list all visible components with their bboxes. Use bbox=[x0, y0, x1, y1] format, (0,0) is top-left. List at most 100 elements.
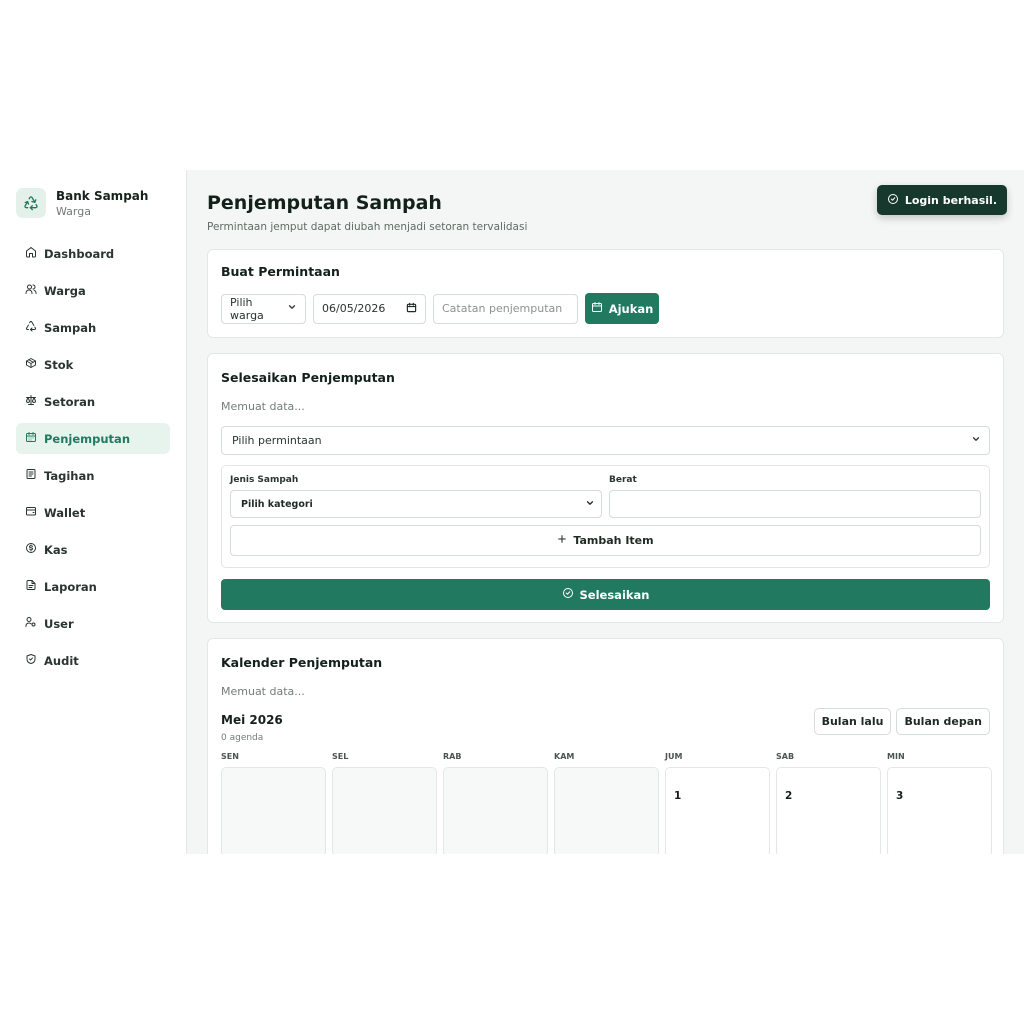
sidebar-item-audit[interactable]: Audit bbox=[16, 645, 170, 676]
weekday-label: KAM bbox=[554, 752, 575, 761]
calendar-picker-icon[interactable] bbox=[406, 302, 417, 316]
file-icon bbox=[25, 579, 37, 594]
request-select[interactable]: Pilih permintaan bbox=[221, 426, 990, 455]
sidebar-item-stok[interactable]: Stok bbox=[16, 349, 170, 380]
request-card-title: Buat Permintaan bbox=[221, 264, 340, 279]
weekday-row: SEN SEL RAB KAM JUM SAB MIN bbox=[221, 752, 990, 761]
chevron-down-icon bbox=[971, 434, 981, 447]
sidebar-item-warga[interactable]: Warga bbox=[16, 275, 170, 306]
users-icon bbox=[25, 283, 37, 298]
toast-text: Login berhasil. bbox=[904, 193, 997, 207]
chevron-down-icon bbox=[287, 302, 297, 315]
weight-input[interactable] bbox=[609, 490, 981, 518]
recycle-icon bbox=[25, 320, 37, 335]
weekday-label: SEL bbox=[332, 752, 349, 761]
item-column-headers: Jenis Sampah Berat bbox=[230, 475, 981, 485]
request-form: Pilih warga 06/05/2026 Catatan penjemput… bbox=[221, 293, 990, 324]
finish-pickup-label: Selesaikan bbox=[579, 587, 650, 602]
item-editor: Jenis Sampah Berat Pilih kategori Tambah… bbox=[221, 465, 990, 568]
next-month-button[interactable]: Bulan depan bbox=[896, 708, 990, 735]
warga-select[interactable]: Pilih warga bbox=[221, 293, 306, 324]
check-circle-icon bbox=[562, 587, 574, 602]
sidebar-item-label: Sampah bbox=[44, 320, 97, 335]
request-select-value: Pilih permintaan bbox=[232, 434, 322, 447]
package-icon bbox=[25, 357, 37, 372]
brand-title: Bank Sampah bbox=[56, 188, 149, 203]
complete-pickup-card: Selesaikan Penjemputan Memuat data... Pi… bbox=[207, 353, 1004, 623]
sidebar-item-kas[interactable]: Kas bbox=[16, 534, 170, 565]
agenda-count: 0 agenda bbox=[221, 733, 264, 743]
sidebar-item-dashboard[interactable]: Dashboard bbox=[16, 238, 170, 269]
calendar-day[interactable]: 1 bbox=[665, 767, 770, 854]
calendar-day-empty bbox=[332, 767, 437, 854]
sidebar-item-label: Setoran bbox=[44, 394, 96, 409]
sidebar-item-penjemputan[interactable]: Penjemputan bbox=[16, 423, 170, 454]
sidebar-item-label: Audit bbox=[44, 653, 79, 668]
category-select[interactable]: Pilih kategori bbox=[230, 490, 602, 518]
brand: Bank Sampah Warga bbox=[16, 188, 170, 218]
calendar-nav: Bulan lalu Bulan depan bbox=[813, 708, 990, 735]
sidebar-item-label: Wallet bbox=[44, 505, 86, 520]
calendar-icon bbox=[591, 301, 603, 316]
sidebar-item-sampah[interactable]: Sampah bbox=[16, 312, 170, 343]
submit-request-button[interactable]: Ajukan bbox=[585, 293, 659, 324]
item-row: Pilih kategori bbox=[230, 490, 981, 518]
date-input[interactable]: 06/05/2026 bbox=[313, 293, 426, 324]
prev-month-button[interactable]: Bulan lalu bbox=[813, 708, 892, 735]
weekday-label: RAB bbox=[443, 752, 462, 761]
calendar-day-empty bbox=[221, 767, 326, 854]
col-weight: Berat bbox=[609, 475, 637, 485]
submit-request-label: Ajukan bbox=[608, 301, 654, 316]
weekday-label: SEN bbox=[221, 752, 239, 761]
finish-pickup-button[interactable]: Selesaikan bbox=[221, 579, 990, 610]
complete-card-title: Selesaikan Penjemputan bbox=[221, 370, 395, 385]
check-circle-icon bbox=[887, 193, 899, 208]
brand-subtitle: Warga bbox=[56, 204, 91, 218]
main-content: Login berhasil. Penjemputan Sampah Permi… bbox=[187, 170, 1024, 854]
calendar-card-title: Kalender Penjemputan bbox=[221, 655, 383, 670]
sidebar-item-label: User bbox=[44, 616, 74, 631]
calendar-day-empty bbox=[443, 767, 548, 854]
shield-check-icon bbox=[25, 653, 37, 668]
sidebar-item-label: Warga bbox=[44, 283, 86, 298]
plus-icon bbox=[557, 534, 567, 547]
sidebar-item-label: Penjemputan bbox=[44, 431, 131, 446]
calendar-card: Kalender Penjemputan Memuat data... Mei … bbox=[207, 638, 1004, 854]
weekday-label: SAB bbox=[776, 752, 795, 761]
sidebar-item-tagihan[interactable]: Tagihan bbox=[16, 460, 170, 491]
sidebar-item-label: Kas bbox=[44, 542, 68, 557]
sidebar-item-wallet[interactable]: Wallet bbox=[16, 497, 170, 528]
sidebar-item-label: Dashboard bbox=[44, 246, 115, 261]
sidebar-item-setoran[interactable]: Setoran bbox=[16, 386, 170, 417]
sidebar: Bank Sampah Warga Dashboard Warga Sampah… bbox=[0, 170, 187, 854]
col-waste-type: Jenis Sampah bbox=[230, 475, 299, 485]
sidebar-item-user[interactable]: User bbox=[16, 608, 170, 639]
home-icon bbox=[25, 246, 37, 261]
calendar-day[interactable]: 2 bbox=[776, 767, 881, 854]
calendar-icon bbox=[25, 431, 37, 446]
add-item-button[interactable]: Tambah Item bbox=[230, 525, 981, 556]
warga-select-value: Pilih warga bbox=[230, 295, 264, 322]
sidebar-item-label: Tagihan bbox=[44, 468, 95, 483]
calendar-header: Mei 2026 0 agenda Bulan lalu Bulan depan bbox=[221, 708, 990, 743]
request-card: Buat Permintaan Pilih warga 06/05/2026 C… bbox=[207, 249, 1004, 338]
complete-loading-text: Memuat data... bbox=[221, 400, 305, 413]
toast-notification[interactable]: Login berhasil. bbox=[876, 185, 1007, 215]
page-subtitle: Permintaan jemput dapat diubah menjadi s… bbox=[207, 221, 528, 233]
pickup-note-placeholder: Catatan penjemputan bbox=[442, 302, 563, 315]
app-window: Bank Sampah Warga Dashboard Warga Sampah… bbox=[0, 170, 1024, 854]
wallet-icon bbox=[25, 505, 37, 520]
calendar-day[interactable]: 3 bbox=[887, 767, 992, 854]
date-input-value: 06/05/2026 bbox=[322, 302, 386, 315]
receipt-icon bbox=[25, 468, 37, 483]
calendar-grid: 1 2 3 bbox=[221, 767, 992, 854]
weekday-label: MIN bbox=[887, 752, 905, 761]
weekday-label: JUM bbox=[665, 752, 683, 761]
scale-icon bbox=[25, 394, 37, 409]
sidebar-item-laporan[interactable]: Laporan bbox=[16, 571, 170, 602]
dollar-circle-icon bbox=[25, 542, 37, 557]
add-item-label: Tambah Item bbox=[573, 534, 654, 547]
category-select-value: Pilih kategori bbox=[241, 498, 313, 510]
pickup-note-input[interactable]: Catatan penjemputan bbox=[433, 293, 578, 324]
calendar-month: Mei 2026 bbox=[221, 713, 283, 727]
